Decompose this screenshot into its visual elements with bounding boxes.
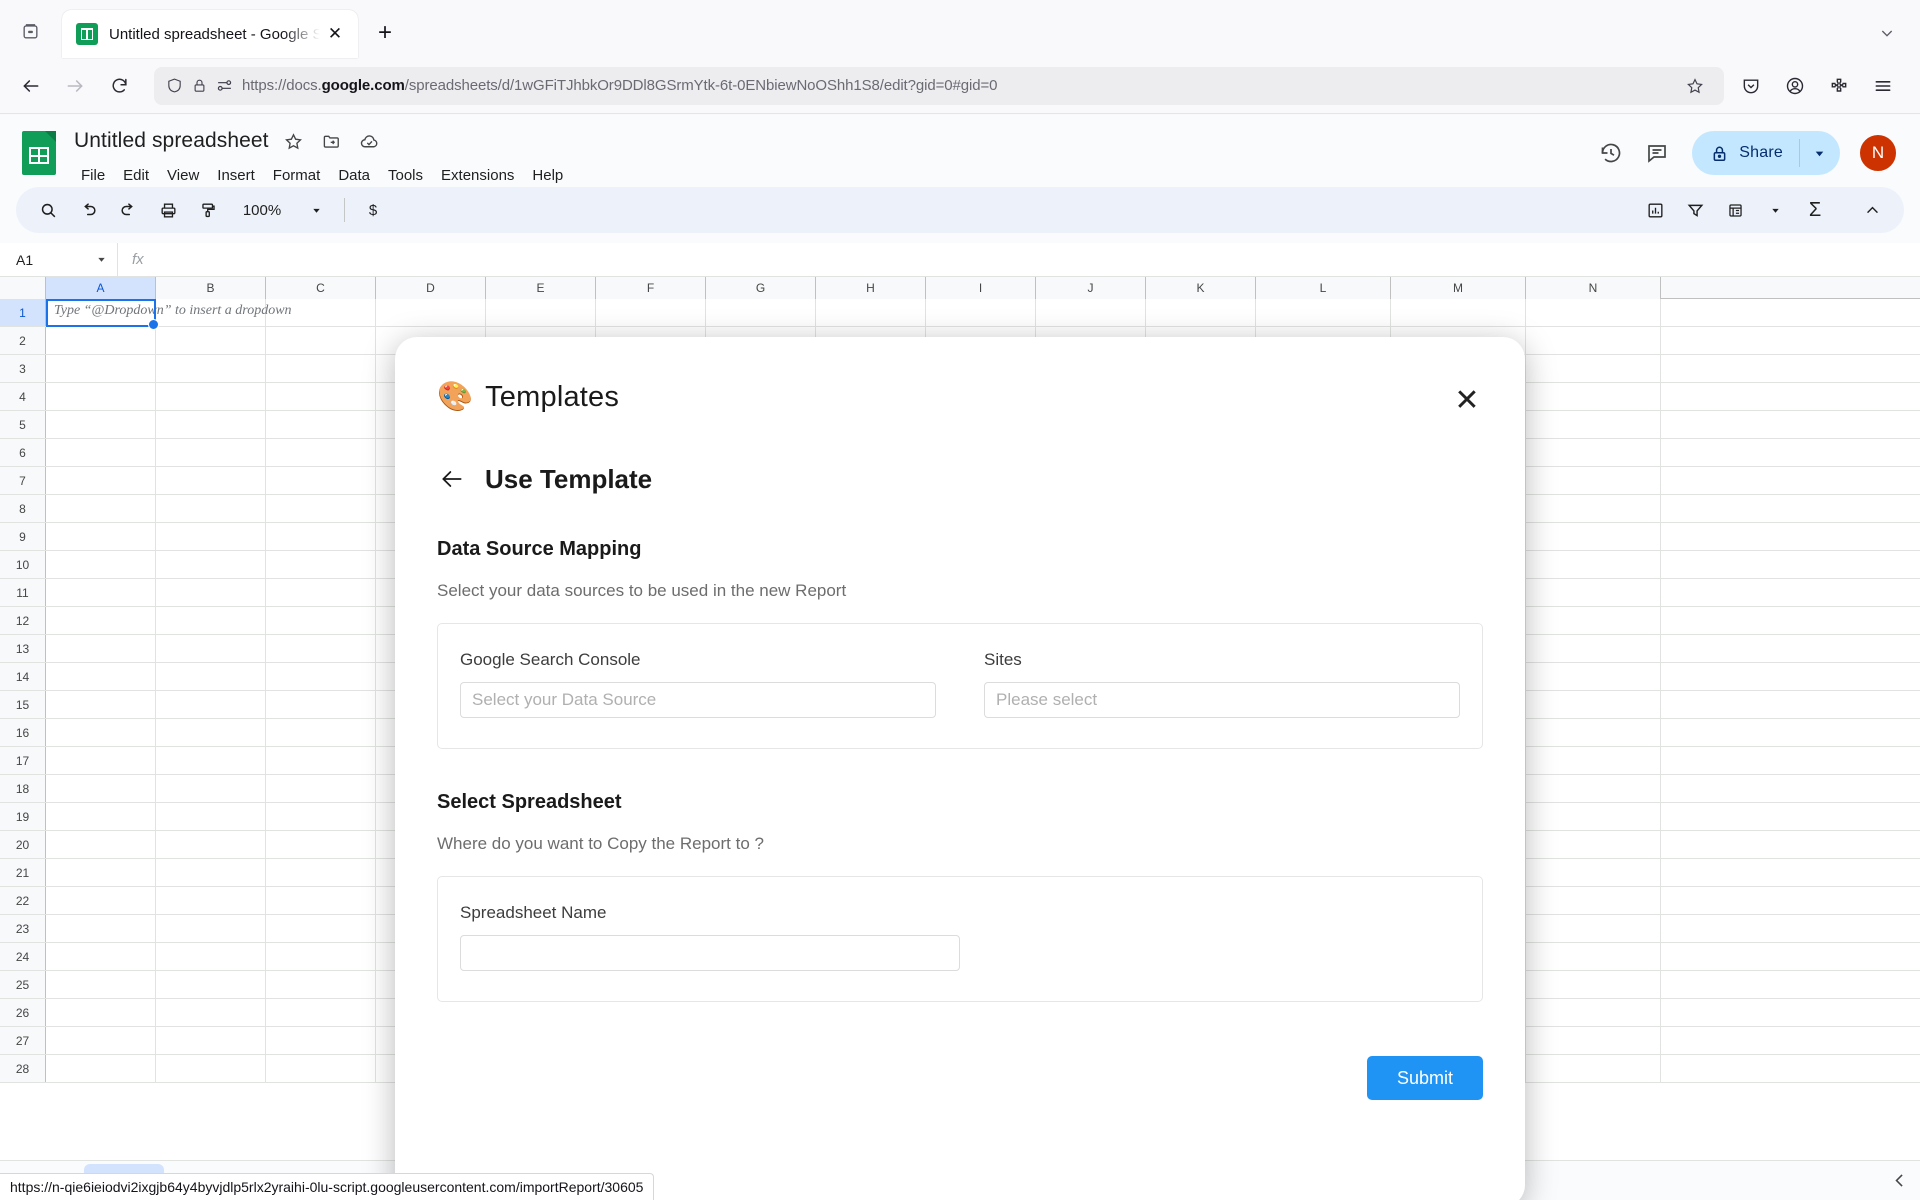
new-tab-button[interactable]: + (366, 14, 404, 52)
back-arrow-icon[interactable] (435, 462, 469, 496)
palette-icon: 🎨 (437, 381, 474, 413)
field-label-sites: Sites (984, 650, 1022, 669)
field-spreadsheet-name: Spreadsheet Name (460, 903, 960, 971)
app-menu-icon[interactable] (1864, 67, 1902, 105)
url-bar[interactable]: https://docs.google.com/spreadsheets/d/1… (154, 66, 1724, 105)
shield-icon[interactable] (166, 77, 183, 94)
url-text[interactable]: https://docs.google.com/spreadsheets/d/1… (242, 77, 1678, 94)
save-to-pocket-icon[interactable] (1732, 67, 1770, 105)
section-description-data-source-mapping: Select your data sources to be used in t… (437, 581, 847, 600)
field-google-search-console: Google Search Console (460, 650, 936, 718)
back-button-icon[interactable] (12, 67, 50, 105)
section-title-data-source-mapping: Data Source Mapping (437, 538, 642, 560)
nav-right-icons (1732, 67, 1908, 105)
modal-body: Use Template Data Source Mapping Select … (395, 462, 1525, 1100)
field-label-google-search-console: Google Search Console (460, 650, 641, 669)
select-spreadsheet-panel: Spreadsheet Name (437, 876, 1483, 1002)
submit-button[interactable]: Submit (1366, 1056, 1483, 1100)
google-sheets-app: Untitled spreadsheet File Edit View Inse… (0, 115, 1920, 1200)
status-bar-link-preview: https://n-qie6ieiodvi2ixgjb64y4byvjdlp5r… (0, 1173, 655, 1200)
templates-modal: 🎨 Templates ✕ Use Template Data Source M… (395, 337, 1525, 1200)
data-source-select-input[interactable] (460, 682, 936, 718)
lock-icon[interactable] (192, 78, 207, 93)
section-title-select-spreadsheet: Select Spreadsheet (437, 791, 622, 813)
use-template-header: Use Template (437, 462, 1483, 496)
navigation-bar: https://docs.google.com/spreadsheets/d/1… (0, 58, 1920, 114)
google-sheets-favicon (76, 23, 98, 45)
field-label-spreadsheet-name: Spreadsheet Name (460, 903, 607, 922)
modal-header: 🎨 Templates (395, 337, 1525, 414)
field-sites: Sites (984, 650, 1460, 718)
close-icon[interactable]: ✕ (322, 21, 348, 47)
data-source-mapping-panel: Google Search Console Sites (437, 623, 1483, 749)
modal-title: Templates (485, 381, 620, 413)
list-all-tabs-button[interactable] (10, 11, 50, 51)
browser-tab[interactable]: Untitled spreadsheet - Google S ✕ (62, 10, 358, 58)
spreadsheet-name-input[interactable] (460, 935, 960, 971)
submit-row: Submit (437, 1056, 1483, 1100)
extensions-icon[interactable] (1820, 67, 1858, 105)
chevron-down-icon[interactable] (1868, 14, 1906, 52)
tab-strip: Untitled spreadsheet - Google S ✕ + (0, 0, 1920, 58)
tab-title: Untitled spreadsheet - Google S (109, 25, 322, 43)
reload-button-icon[interactable] (100, 67, 138, 105)
tracking-protection-icon[interactable] (216, 77, 233, 94)
browser-window: Untitled spreadsheet - Google S ✕ + http… (0, 0, 1920, 1200)
forward-button-icon[interactable] (56, 67, 94, 105)
sites-select-input[interactable] (984, 682, 1460, 718)
close-icon[interactable]: ✕ (1447, 381, 1487, 421)
use-template-title: Use Template (485, 463, 653, 494)
section-description-select-spreadsheet: Where do you want to Copy the Report to … (437, 834, 764, 853)
account-icon[interactable] (1776, 67, 1814, 105)
bookmark-star-icon[interactable] (1678, 77, 1712, 95)
